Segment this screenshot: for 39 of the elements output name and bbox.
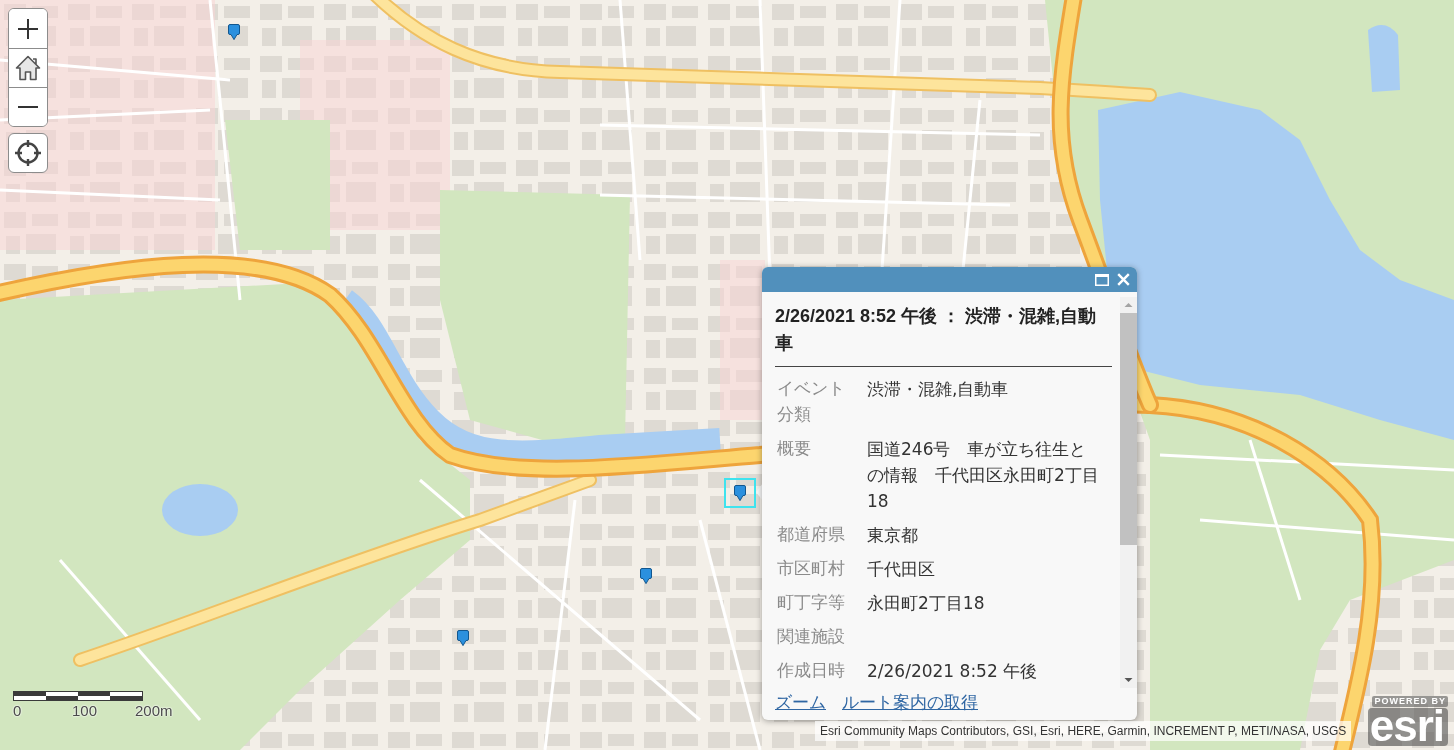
scrollbar-thumb[interactable] xyxy=(1120,313,1137,545)
map-pin-icon xyxy=(228,24,240,40)
crosshair-icon xyxy=(15,140,41,166)
field-value: 渋滞・混雑,自動車 xyxy=(867,378,1010,401)
field-label: 市区町村 xyxy=(776,558,846,580)
scale-label: 0 xyxy=(13,702,23,720)
field-label: イベント分類 xyxy=(776,378,846,426)
map-marker[interactable] xyxy=(640,568,652,584)
field-value: 2/26/2021 8:52 午後 xyxy=(867,660,1039,683)
action-link[interactable]: ルート案内の取得 xyxy=(842,690,978,714)
field-label: 町丁字等 xyxy=(776,592,846,614)
action-link[interactable]: ズーム xyxy=(775,690,826,714)
logo-tagline: POWERED BY xyxy=(1372,696,1448,707)
plus-icon xyxy=(18,18,38,39)
field-label: 概要 xyxy=(776,438,812,460)
field-value: 千代田区 xyxy=(867,558,936,581)
locate-button[interactable] xyxy=(8,133,48,173)
popup-title: 2/26/2021 8:52 午後 ： 渋滞・混雑,自動車 xyxy=(775,305,1098,355)
map-pin-icon xyxy=(457,630,469,646)
map-marker[interactable] xyxy=(457,630,469,646)
field-value: 国道246号 車が立ち往生との情報 千代田区永田町2丁目18 xyxy=(867,438,1100,513)
zoom-out-button[interactable] xyxy=(9,87,47,126)
map-marker[interactable] xyxy=(228,24,240,40)
map-attribution: Esri Community Maps Contributors, GSI, Esri, HERE, Garmin, INCREMENT P, METI/NASA, USGS xyxy=(815,721,1352,741)
map-pin-icon xyxy=(734,485,746,501)
field-label: 作成日時 xyxy=(776,660,846,682)
field-label: 関連施設 xyxy=(776,626,846,648)
field-label: 都道府県 xyxy=(776,524,846,546)
scale-label: 100 xyxy=(72,702,99,720)
logo-wordmark: esri xyxy=(1367,708,1448,746)
map-pin-icon xyxy=(640,568,652,584)
maximize-icon[interactable] xyxy=(1095,273,1109,286)
close-icon[interactable] xyxy=(1117,273,1130,286)
home-icon xyxy=(15,55,41,81)
scale-label: 200m xyxy=(135,702,174,720)
field-value: 永田町2丁目18 xyxy=(867,592,986,615)
scrollbar[interactable] xyxy=(1120,297,1137,688)
minus-icon xyxy=(18,106,38,108)
field-value: 東京都 xyxy=(867,524,919,547)
